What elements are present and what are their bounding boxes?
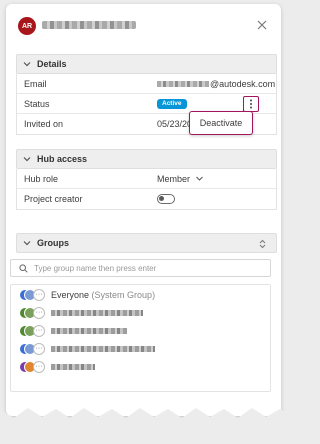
user-name-redacted: [42, 21, 136, 29]
group-name-redacted: [51, 328, 127, 334]
hub-role-dropdown[interactable]: Member: [157, 174, 203, 184]
search-icon: [19, 263, 28, 273]
more-icon: ···: [33, 343, 45, 355]
deactivate-menu-item[interactable]: Deactivate: [189, 111, 253, 135]
groups-section-header[interactable]: Groups: [16, 233, 277, 253]
chevron-down-icon: [196, 176, 203, 181]
panel-header: AR: [6, 4, 281, 48]
group-avatars: ···: [19, 307, 45, 319]
groups-section: Groups: [16, 233, 277, 253]
group-name-redacted: [51, 346, 155, 352]
group-name-redacted: [51, 310, 143, 316]
list-item[interactable]: ···: [11, 341, 270, 357]
chevron-down-icon: [23, 241, 31, 246]
hub-access-title: Hub access: [37, 154, 88, 164]
group-avatars: ···: [19, 325, 45, 337]
hub-role-row: Hub role Member: [17, 169, 276, 189]
status-label: Status: [24, 98, 50, 109]
status-badge: Active: [157, 99, 187, 109]
torn-edge: [0, 408, 287, 444]
group-name: Everyone: [51, 290, 90, 300]
hub-access-section: Hub access Hub role Member Project creat…: [16, 149, 277, 210]
details-title: Details: [37, 59, 67, 69]
project-creator-toggle[interactable]: [157, 194, 175, 204]
group-search-input[interactable]: [34, 263, 254, 273]
project-creator-row: Project creator: [17, 189, 276, 209]
email-value: @autodesk.com: [157, 79, 275, 89]
groups-list: ··· Everyone (System Group) ··· ··· ···: [10, 284, 271, 392]
group-suffix: (System Group): [91, 290, 156, 300]
group-avatars: ···: [19, 289, 45, 301]
list-item[interactable]: ··· Everyone (System Group): [11, 287, 270, 303]
more-options-button[interactable]: [243, 96, 259, 112]
hub-role-value: Member: [157, 173, 191, 184]
more-vertical-icon: [250, 99, 252, 109]
list-item[interactable]: ···: [11, 305, 270, 321]
hub-access-section-header[interactable]: Hub access: [16, 149, 277, 169]
list-item[interactable]: ···: [11, 359, 270, 375]
more-icon: ···: [33, 289, 45, 301]
hub-access-body: Hub role Member Project creator: [16, 169, 277, 210]
sort-icon[interactable]: [259, 239, 266, 249]
more-icon: ···: [33, 307, 45, 319]
group-search[interactable]: [10, 259, 271, 277]
group-avatars: ···: [19, 361, 45, 373]
details-section-header[interactable]: Details: [16, 54, 277, 74]
close-icon[interactable]: [255, 18, 269, 32]
email-local-redacted: [157, 81, 209, 88]
project-creator-label: Project creator: [24, 194, 83, 204]
group-avatars: ···: [19, 343, 45, 355]
list-item[interactable]: ···: [11, 323, 270, 339]
group-name-redacted: [51, 364, 95, 370]
more-icon: ···: [33, 361, 45, 373]
email-domain: @autodesk.com: [210, 78, 276, 89]
avatar: AR: [18, 17, 36, 35]
email-label: Email: [24, 78, 47, 89]
groups-title: Groups: [37, 238, 70, 248]
invited-label: Invited on: [24, 119, 64, 129]
chevron-down-icon: [23, 157, 31, 162]
hub-role-label: Hub role: [24, 173, 59, 184]
email-row: Email @autodesk.com: [17, 74, 276, 94]
chevron-down-icon: [23, 62, 31, 67]
more-icon: ···: [33, 325, 45, 337]
